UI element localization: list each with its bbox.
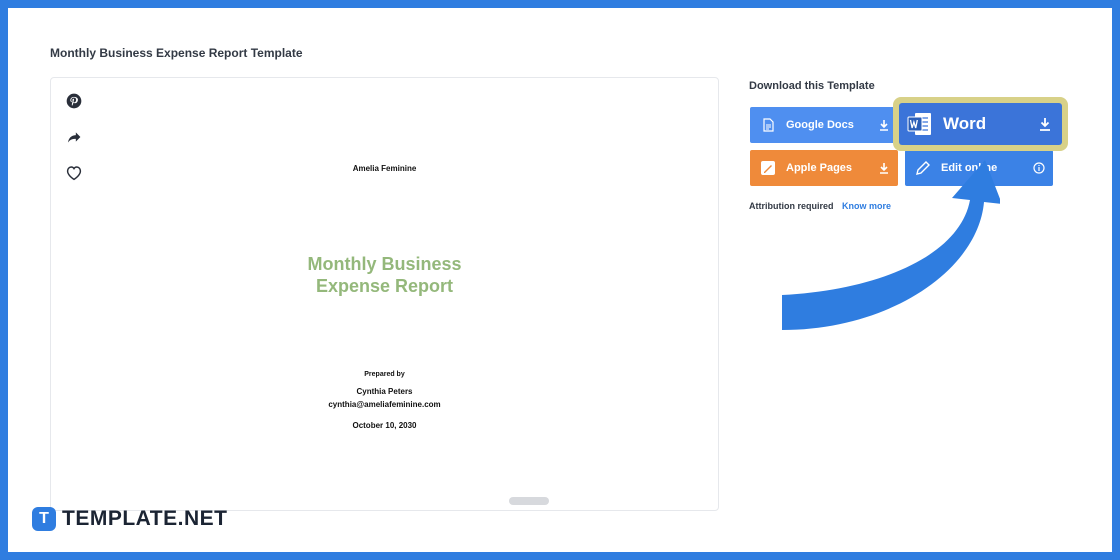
attribution-label: Attribution required — [749, 201, 834, 211]
download-icon — [878, 119, 890, 131]
brand: T TEMPLATE.NET — [32, 506, 227, 532]
watermark — [509, 497, 549, 505]
document-icon — [760, 117, 776, 133]
brand-logo: T — [32, 507, 56, 531]
document-title: Monthly Business Expense Report — [217, 253, 552, 297]
pointer-arrow-icon — [782, 160, 1000, 330]
page-title: Monthly Business Expense Report Template — [50, 46, 303, 60]
document-title-line1: Monthly Business — [307, 254, 462, 274]
word-icon — [907, 111, 933, 137]
document-page: Amelia Feminine Monthly Business Expense… — [217, 78, 552, 508]
download-icon — [1038, 117, 1052, 131]
know-more-link[interactable]: Know more — [842, 201, 891, 211]
attribution: Attribution required Know more — [749, 201, 891, 211]
info-icon — [1033, 162, 1045, 174]
prepared-by-label: Prepared by — [364, 371, 405, 378]
share-icon[interactable] — [63, 126, 85, 148]
pinterest-icon[interactable] — [63, 90, 85, 112]
preparer-name: Cynthia Peters — [356, 387, 413, 396]
template-preview: Amelia Feminine Monthly Business Expense… — [50, 77, 719, 511]
brand-name: TEMPLATE.NET — [62, 507, 228, 530]
document-author: Amelia Feminine — [352, 164, 417, 173]
share-toolbar — [63, 90, 87, 198]
google-docs-button[interactable]: Google Docs — [750, 107, 898, 143]
heart-icon[interactable] — [63, 162, 85, 184]
download-title: Download this Template — [749, 80, 875, 92]
preparer-email: cynthia@ameliafeminine.com — [328, 400, 441, 409]
word-label: Word — [943, 114, 987, 133]
word-button[interactable]: Word — [899, 103, 1062, 145]
document-date: October 10, 2030 — [352, 421, 417, 430]
document-title-line2: Expense Report — [315, 276, 454, 296]
google-docs-label: Google Docs — [786, 119, 854, 131]
